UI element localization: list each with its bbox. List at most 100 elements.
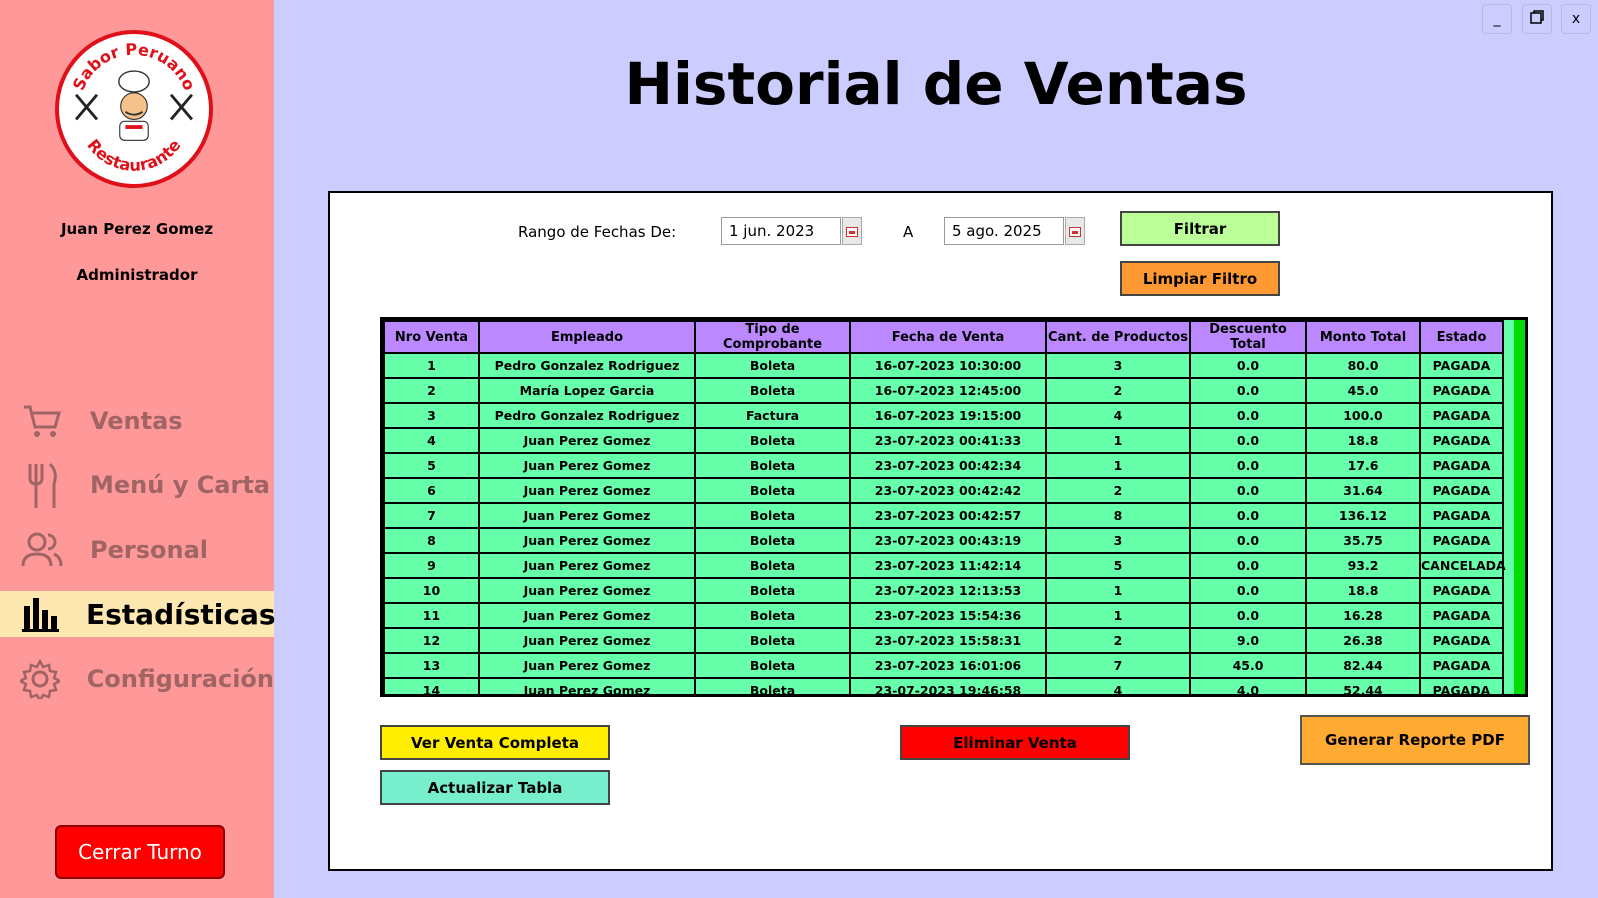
table-cell: 1 (1045, 602, 1191, 629)
table-row[interactable]: 5 Juan Perez Gomez Boleta 23-07-2023 00:42:… (383, 452, 1504, 479)
table-cell: PAGADA (1419, 402, 1504, 429)
table-cell: 10 (383, 577, 480, 604)
table-cell: 3 (1045, 527, 1191, 554)
nav-item-personal[interactable]: Personal (0, 527, 274, 573)
table-cell: 0.0 (1189, 552, 1307, 579)
table-cell: PAGADA (1419, 427, 1504, 454)
table-cell: 31.64 (1305, 477, 1421, 504)
nav-item-ventas[interactable]: Ventas (0, 398, 274, 444)
logout-button[interactable]: Cerrar Turno (55, 825, 225, 879)
table-cell: 2 (1045, 377, 1191, 404)
table-cell: Boleta (694, 652, 851, 679)
date-to-field[interactable]: 5 ago. 2025 (944, 217, 1064, 245)
maximize-icon (1529, 9, 1545, 29)
table-cell: 3 (1045, 352, 1191, 379)
table-cell: 23-07-2023 00:41:33 (849, 427, 1047, 454)
column-header[interactable]: Estado (1419, 320, 1504, 354)
nav-label: Personal (90, 536, 208, 564)
user-role: Administrador (76, 266, 198, 284)
cart-icon (20, 399, 64, 443)
column-header[interactable]: Empleado (478, 320, 696, 354)
table-cell: 1 (1045, 427, 1191, 454)
table-cell: PAGADA (1419, 652, 1504, 679)
table-cell: 9 (383, 552, 480, 579)
table-row[interactable]: 3 Pedro Gonzalez Rodriguez Factura 16-07-20… (383, 402, 1504, 429)
table-row[interactable]: 14 Juan Perez Gomez Boleta 23-07-2023 19:46… (383, 677, 1504, 694)
table-row[interactable]: 7 Juan Perez Gomez Boleta 23-07-2023 00:42:… (383, 502, 1504, 529)
gear-icon (20, 657, 61, 701)
table-cell: 23-07-2023 00:43:19 (849, 527, 1047, 554)
table-cell: Boleta (694, 677, 851, 694)
table-cell: 18.8 (1305, 577, 1421, 604)
table-row[interactable]: 10 Juan Perez Gomez Boleta 23-07-2023 12:13… (383, 577, 1504, 604)
view-sale-button[interactable]: Ver Venta Completa (380, 725, 610, 760)
table-cell: 0.0 (1189, 452, 1307, 479)
table-row[interactable]: 2 María Lopez Garcia Boleta 16-07-2023 12:4… (383, 377, 1504, 404)
column-header[interactable]: Fecha de Venta (849, 320, 1047, 354)
table-cell: 23-07-2023 00:42:42 (849, 477, 1047, 504)
table-cell: 11 (383, 602, 480, 629)
table-cell: PAGADA (1419, 502, 1504, 529)
close-button[interactable]: x (1561, 4, 1591, 34)
column-header[interactable]: Monto Total (1305, 320, 1421, 354)
table-cell: Juan Perez Gomez (478, 477, 696, 504)
table-cell: Boleta (694, 502, 851, 529)
minimize-button[interactable]: _ (1482, 4, 1512, 34)
table-cell: 100.0 (1305, 402, 1421, 429)
nav-item-estadisticas[interactable]: Estadísticas (0, 591, 276, 637)
table-row[interactable]: 6 Juan Perez Gomez Boleta 23-07-2023 00:42:… (383, 477, 1504, 504)
table-cell: PAGADA (1419, 602, 1504, 629)
table-row[interactable]: 8 Juan Perez Gomez Boleta 23-07-2023 00:43:… (383, 527, 1504, 554)
table-cell: Boleta (694, 602, 851, 629)
column-header[interactable]: Descuento Total (1189, 320, 1307, 354)
delete-sale-button[interactable]: Eliminar Venta (900, 725, 1130, 760)
table-cell: PAGADA (1419, 677, 1504, 694)
table-row[interactable]: 4 Juan Perez Gomez Boleta 23-07-2023 00:41:… (383, 427, 1504, 454)
table-cell: PAGADA (1419, 577, 1504, 604)
calendar-to-button[interactable] (1065, 217, 1085, 245)
table-cell: PAGADA (1419, 527, 1504, 554)
date-range-label: Rango de Fechas De: (518, 223, 677, 241)
nav-item-menu[interactable]: Menú y Carta (0, 462, 274, 508)
table-row[interactable]: 9 Juan Perez Gomez Boleta 23-07-2023 11:42:… (383, 552, 1506, 579)
table-cell: Boleta (694, 452, 851, 479)
table-cell: 23-07-2023 15:54:36 (849, 602, 1047, 629)
table-cell: 2 (1045, 477, 1191, 504)
generate-pdf-button[interactable]: Generar Reporte PDF (1300, 715, 1530, 765)
table-cell: 7 (383, 502, 480, 529)
table-cell: Pedro Gonzalez Rodriguez (478, 352, 696, 379)
restaurant-logo: Sabor Peruano Restaurante (55, 30, 213, 188)
table-cell: 1 (383, 352, 480, 379)
table-cell: 13 (383, 652, 480, 679)
sales-table[interactable]: Nro Venta Empleado Tipo de Comprobante Fech… (380, 317, 1528, 697)
column-header[interactable]: Nro Venta (383, 320, 480, 354)
filter-button[interactable]: Filtrar (1120, 211, 1280, 246)
table-row[interactable]: 11 Juan Perez Gomez Boleta 23-07-2023 15:54… (383, 602, 1504, 629)
table-cell: 2 (1045, 627, 1191, 654)
table-cell: 1 (1045, 452, 1191, 479)
table-cell: 23-07-2023 00:42:34 (849, 452, 1047, 479)
table-cell: 0.0 (1189, 477, 1307, 504)
table-cell: Boleta (694, 577, 851, 604)
refresh-table-button[interactable]: Actualizar Tabla (380, 770, 610, 805)
table-cell: 0.0 (1189, 602, 1307, 629)
table-cell: 16.28 (1305, 602, 1421, 629)
table-row[interactable]: 13 Juan Perez Gomez Boleta 23-07-2023 16:01… (383, 652, 1504, 679)
table-cell: 17.6 (1305, 452, 1421, 479)
calendar-icon (846, 222, 858, 241)
column-header[interactable]: Tipo de Comprobante (694, 320, 851, 354)
nav-item-configuracion[interactable]: Configuración (0, 656, 274, 702)
table-cell: 0.0 (1189, 527, 1307, 554)
table-row[interactable]: 12 Juan Perez Gomez Boleta 23-07-2023 15:58… (383, 627, 1504, 654)
maximize-button[interactable] (1522, 4, 1552, 34)
calendar-from-button[interactable] (842, 217, 862, 245)
table-cell: Boleta (694, 627, 851, 654)
date-from-field[interactable]: 1 jun. 2023 (721, 217, 841, 245)
table-cell: 23-07-2023 19:46:58 (849, 677, 1047, 694)
table-row[interactable]: 1 Pedro Gonzalez Rodriguez Boleta 16-07-202… (383, 352, 1504, 379)
table-cell: 23-07-2023 12:13:53 (849, 577, 1047, 604)
column-header[interactable]: Cant. de Productos (1045, 320, 1191, 354)
clear-filter-button[interactable]: Limpiar Filtro (1120, 261, 1280, 296)
nav-label: Estadísticas (86, 597, 276, 631)
table-scrollbar[interactable] (1514, 320, 1525, 694)
